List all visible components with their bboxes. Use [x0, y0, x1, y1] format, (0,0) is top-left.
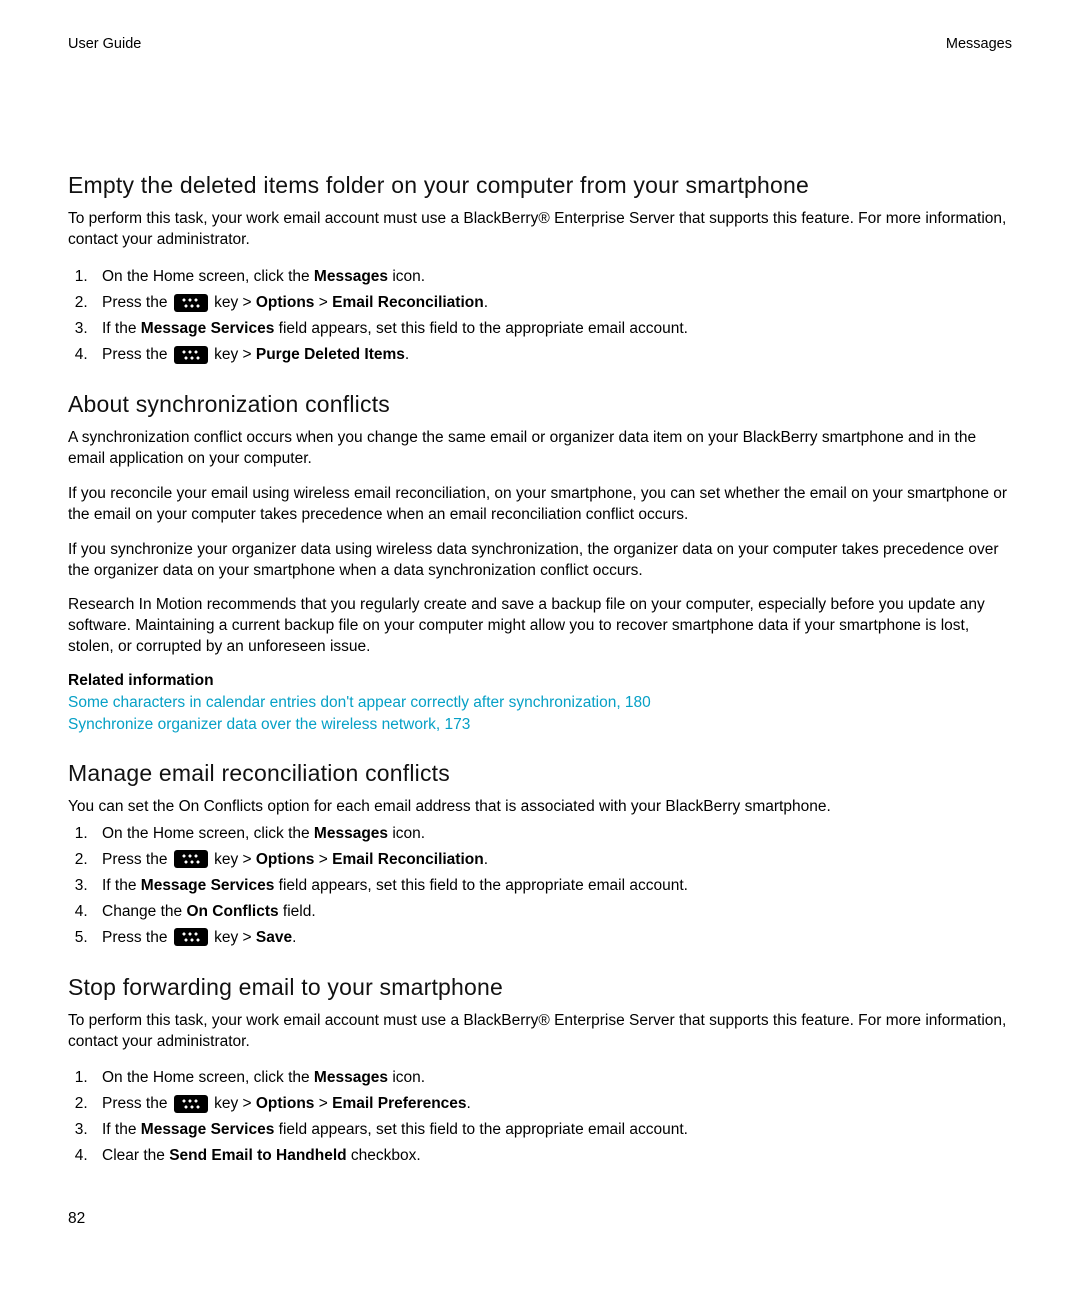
list-item: Press the key > Options > Email Preferen…: [92, 1092, 1012, 1116]
list-item: On the Home screen, click the Messages i…: [92, 1066, 1012, 1090]
intro-empty-deleted: To perform this task, your work email ac…: [68, 209, 1012, 251]
intro-stop-forwarding: To perform this task, your work email ac…: [68, 1011, 1012, 1053]
intro-manage-conflicts: You can set the On Conflicts option for …: [68, 797, 1012, 818]
body-text: A synchronization conflict occurs when y…: [68, 428, 1012, 470]
list-item: Press the key > Purge Deleted Items.: [92, 343, 1012, 367]
blackberry-key-icon: [174, 294, 208, 312]
blackberry-key-icon: [174, 928, 208, 946]
link-calendar-chars[interactable]: Some characters in calendar entries don'…: [68, 692, 1012, 714]
related-info-heading: Related information: [68, 672, 1012, 690]
blackberry-key-icon: [174, 1095, 208, 1113]
list-item: If the Message Services field appears, s…: [92, 317, 1012, 341]
steps-stop-forwarding: On the Home screen, click the Messages i…: [68, 1066, 1012, 1168]
list-item: Press the key > Options > Email Reconcil…: [92, 291, 1012, 315]
section-sync-conflicts: About synchronization conflicts A synchr…: [68, 391, 1012, 736]
section-empty-deleted: Empty the deleted items folder on your c…: [68, 172, 1012, 367]
body-text: If you synchronize your organizer data u…: [68, 540, 1012, 582]
header-right: Messages: [946, 36, 1012, 52]
heading-stop-forwarding: Stop forwarding email to your smartphone: [68, 974, 1012, 1001]
list-item: If the Message Services field appears, s…: [92, 1118, 1012, 1142]
body-text: If you reconcile your email using wirele…: [68, 484, 1012, 526]
list-item: On the Home screen, click the Messages i…: [92, 265, 1012, 289]
blackberry-key-icon: [174, 850, 208, 868]
body-text: Research In Motion recommends that you r…: [68, 595, 1012, 658]
heading-manage-conflicts: Manage email reconciliation conflicts: [68, 760, 1012, 787]
list-item: Press the key > Save.: [92, 926, 1012, 950]
page-content: User Guide Messages Empty the deleted it…: [68, 36, 1012, 1192]
page-number: 82: [68, 1210, 85, 1228]
link-sync-organizer[interactable]: Synchronize organizer data over the wire…: [68, 714, 1012, 736]
list-item: On the Home screen, click the Messages i…: [92, 822, 1012, 846]
list-item: If the Message Services field appears, s…: [92, 874, 1012, 898]
blackberry-key-icon: [174, 346, 208, 364]
header-left: User Guide: [68, 36, 141, 52]
list-item: Clear the Send Email to Handheld checkbo…: [92, 1144, 1012, 1168]
heading-sync-conflicts: About synchronization conflicts: [68, 391, 1012, 418]
steps-empty-deleted: On the Home screen, click the Messages i…: [68, 265, 1012, 367]
section-manage-conflicts: Manage email reconciliation conflicts Yo…: [68, 760, 1012, 950]
steps-manage-conflicts: On the Home screen, click the Messages i…: [68, 822, 1012, 950]
list-item: Press the key > Options > Email Reconcil…: [92, 848, 1012, 872]
running-header: User Guide Messages: [68, 36, 1012, 52]
list-item: Change the On Conflicts field.: [92, 900, 1012, 924]
heading-empty-deleted: Empty the deleted items folder on your c…: [68, 172, 1012, 199]
section-stop-forwarding: Stop forwarding email to your smartphone…: [68, 974, 1012, 1169]
